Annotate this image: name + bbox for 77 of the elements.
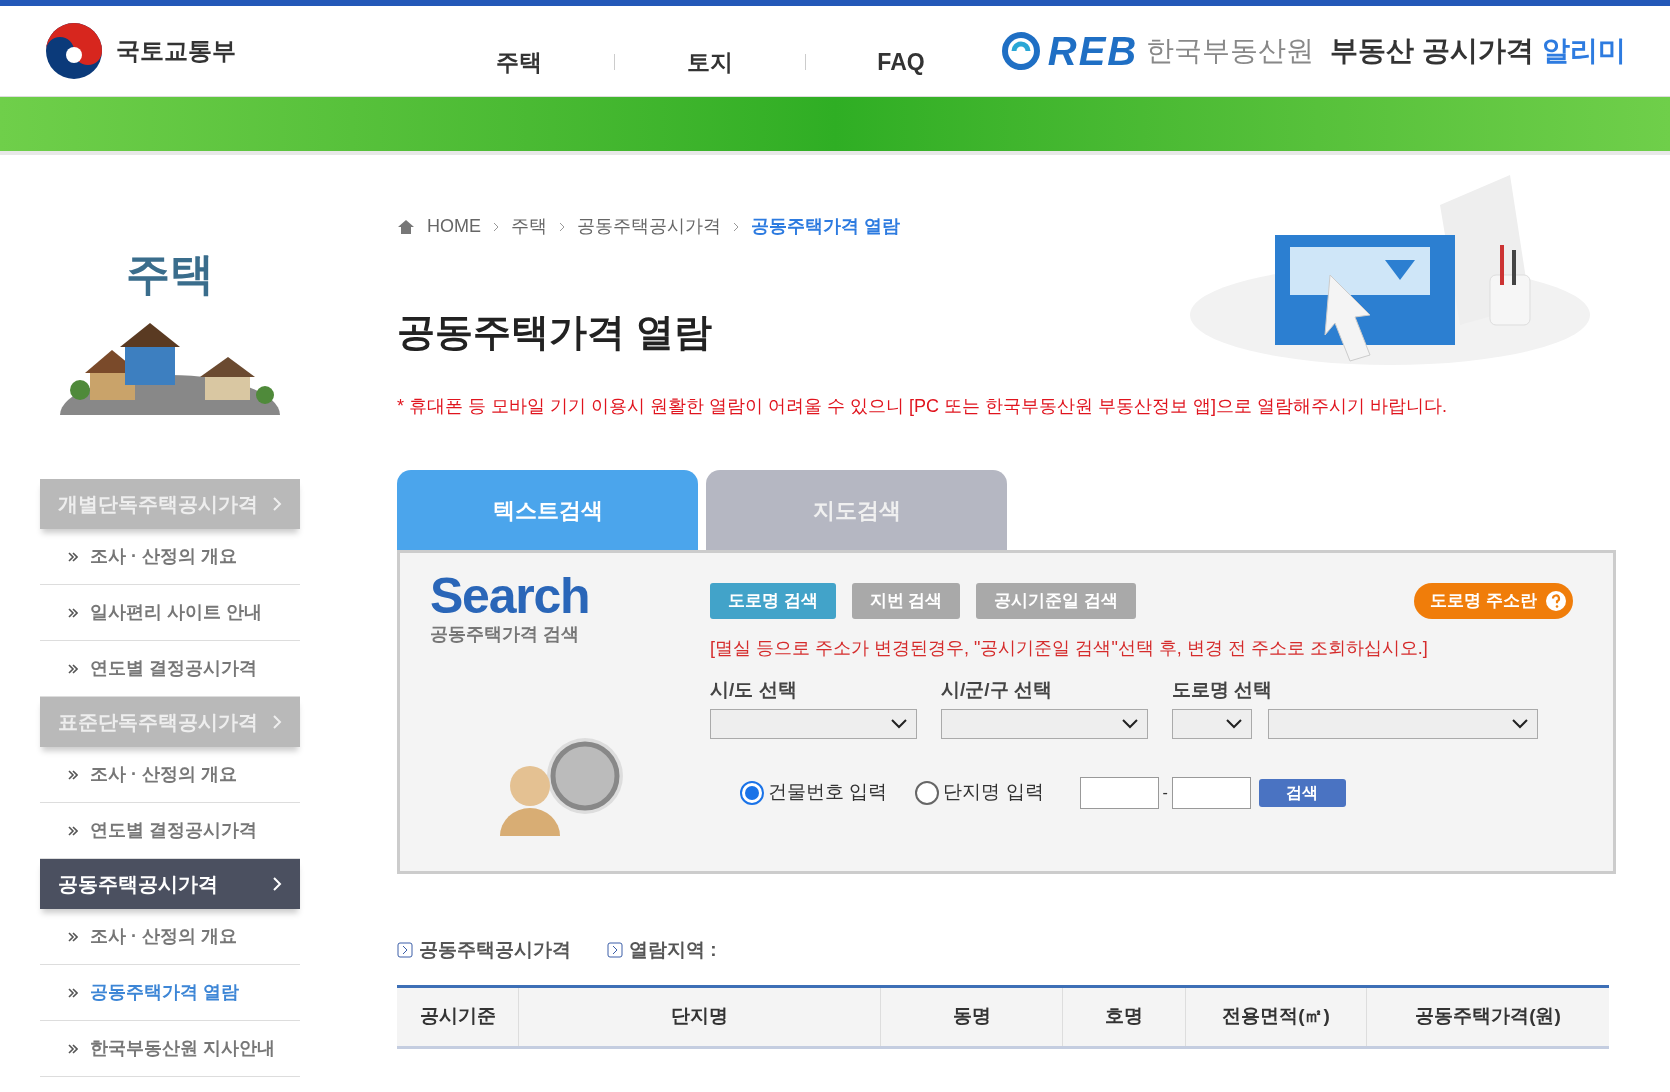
nav-link[interactable]: FAQ xyxy=(806,44,996,80)
org-name: 한국부동산원 xyxy=(1146,34,1315,68)
address-warning: [멸실 등으로 주소가 변경된경우, "공시기준일 검색"선택 후, 변경 전 주소로 조회하십시오.] xyxy=(710,637,1429,660)
page-title: 공동주택가격 열람 xyxy=(397,310,713,355)
sidebar-item[interactable]: 조사 · 산정의 개요 xyxy=(40,747,300,803)
service-highlight: 알리미 xyxy=(1542,34,1626,68)
column-header: 전용면적(㎡) xyxy=(1186,987,1367,1046)
breadcrumb-link[interactable]: 주택 xyxy=(511,213,547,240)
sidebar-group[interactable]: 공동주택공시가격 xyxy=(40,859,300,909)
chevron-down-icon xyxy=(1225,717,1243,730)
logo-text: REB xyxy=(1047,31,1139,71)
search-heading: Search xyxy=(430,571,591,621)
search-mode-button[interactable]: 지번 검색 xyxy=(851,583,961,619)
input-field[interactable] xyxy=(1171,776,1251,809)
breadcrumb-link[interactable]: 공동주택가격 열람 xyxy=(751,213,900,240)
double-chevron-icon xyxy=(68,825,78,836)
radio-option[interactable]: 건물번호 입력 xyxy=(740,778,888,807)
home-icon xyxy=(397,218,415,235)
tab[interactable]: 텍스트검색 xyxy=(397,470,698,550)
chevron-right-icon xyxy=(733,221,739,232)
swirl-logo-icon xyxy=(1001,32,1040,70)
chevron-right-icon xyxy=(272,714,282,730)
chevron-down-icon xyxy=(1511,717,1529,730)
search-subheading: 공동주택가격 검색 xyxy=(430,623,580,646)
radio-button[interactable] xyxy=(740,780,764,805)
double-chevron-icon xyxy=(68,607,78,618)
dropdown-select[interactable] xyxy=(1268,708,1538,739)
chevron-down-icon xyxy=(1121,717,1139,730)
breadcrumb-link[interactable]: 공동주택공시가격 xyxy=(577,213,721,240)
select-label: 시/군/구 선택 xyxy=(941,678,1053,702)
mobile-notice: * 휴대폰 등 모바일 기기 이용시 원활한 열람이 어려울 수 있으니 [PC 또는 한국부동산원 부동산정보 앱]으로 열람해주시기 바랍니다. xyxy=(397,395,1449,418)
chevron-down-icon xyxy=(890,717,908,730)
sidebar-item[interactable]: 공동주택가격 열람 xyxy=(40,965,300,1021)
radio-button[interactable] xyxy=(915,780,940,805)
double-chevron-icon xyxy=(68,931,78,942)
service-name: 부동산 공시가격 xyxy=(1330,34,1534,68)
sidebar-item[interactable]: 일사편리 사이트 안내 xyxy=(40,585,300,641)
dropdown-select[interactable] xyxy=(1172,708,1252,739)
sidebar-item[interactable]: 한국부동산원 지사안내 xyxy=(40,1021,300,1077)
column-header: 단지명 xyxy=(519,987,881,1046)
chevron-right-icon xyxy=(272,876,282,892)
help-button[interactable]: 도로명 주소란 xyxy=(1414,583,1573,619)
double-chevron-icon xyxy=(68,987,78,998)
arrow-box-icon xyxy=(607,942,623,959)
result-label: 공동주택공시가격 xyxy=(419,938,571,962)
double-chevron-icon xyxy=(68,1043,78,1054)
chevron-right-icon xyxy=(559,221,565,232)
breadcrumb-link[interactable]: HOME xyxy=(427,213,481,240)
double-chevron-icon xyxy=(68,551,78,562)
double-chevron-icon xyxy=(68,663,78,674)
chevron-right-icon xyxy=(272,496,282,512)
ministry-name[interactable]: 국토교통부 xyxy=(116,33,236,69)
select-label: 도로명 선택 xyxy=(1172,678,1274,702)
search-button[interactable]: 검색 xyxy=(1258,778,1346,807)
column-header: 공시기준 xyxy=(397,987,519,1046)
column-header: 동명 xyxy=(881,987,1063,1046)
sidebar-item[interactable]: 조사 · 산정의 개요 xyxy=(40,529,300,585)
separator-text: - xyxy=(1162,782,1168,803)
double-chevron-icon xyxy=(68,769,78,780)
radio-option[interactable]: 단지명 입력 xyxy=(915,778,1044,807)
search-mode-button[interactable]: 도로명 검색 xyxy=(710,583,836,619)
column-header: 공동주택가격(원) xyxy=(1414,1004,1562,1029)
select-label: 시/도 선택 xyxy=(710,678,798,702)
nav-link[interactable]: 토지 xyxy=(615,44,805,80)
sidebar-title: 주택 xyxy=(125,248,215,300)
chevron-right-icon xyxy=(493,221,499,232)
emblem-icon xyxy=(44,21,104,81)
nav-link[interactable]: 주택 xyxy=(424,44,614,80)
dropdown-select[interactable] xyxy=(941,708,1148,739)
column-header: 호명 xyxy=(1063,987,1186,1046)
result-label: 열람지역 : xyxy=(629,938,717,962)
arrow-box-icon xyxy=(397,942,413,959)
help-icon xyxy=(1545,590,1567,612)
input-field[interactable] xyxy=(1079,776,1159,809)
sidebar-item[interactable]: 조사 · 산정의 개요 xyxy=(40,909,300,965)
dropdown-select[interactable] xyxy=(710,708,917,739)
search-mode-button[interactable]: 공시기준일 검색 xyxy=(976,583,1137,619)
